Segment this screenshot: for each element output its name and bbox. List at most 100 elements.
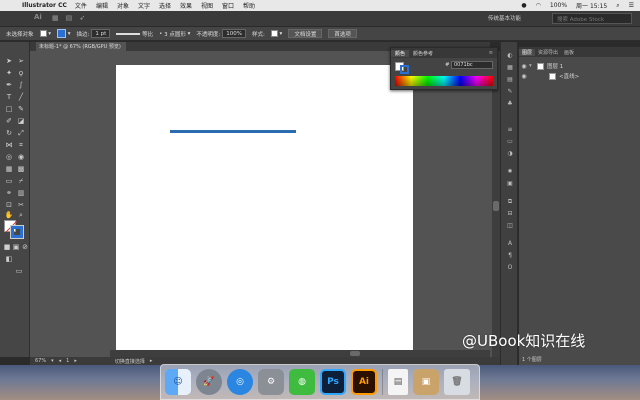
transparency-icon[interactable]: ◑ xyxy=(505,150,515,158)
gradient-panel-icon[interactable]: ▭ xyxy=(505,138,515,146)
pen-tool-icon[interactable]: ✒ xyxy=(4,80,14,90)
style-label[interactable]: 样式: xyxy=(252,30,265,38)
status-menu-icon[interactable]: ▸ xyxy=(150,358,153,364)
eraser-tool-icon[interactable]: ◪ xyxy=(16,116,26,126)
menu-window[interactable]: 窗口 xyxy=(222,1,234,10)
paragraph-icon[interactable]: ¶ xyxy=(505,252,515,260)
menu-type[interactable]: 文字 xyxy=(138,1,150,10)
transform-icon[interactable]: ⧉ xyxy=(505,198,515,206)
menu-edit[interactable]: 编辑 xyxy=(96,1,108,10)
free-transform-tool-icon[interactable]: ⌗ xyxy=(16,140,26,150)
variable-width-profile[interactable]: 等比 xyxy=(116,30,153,38)
live-paint-tool-icon[interactable]: ◉ xyxy=(16,152,26,162)
library-icon[interactable]: ▦ xyxy=(52,14,59,22)
hex-color-field[interactable]: 0071bc xyxy=(451,61,493,69)
gpu-performance-icon[interactable]: ➶ xyxy=(79,14,85,22)
hand-tool-icon[interactable]: ✋ xyxy=(4,210,14,220)
type-tool-icon[interactable]: T xyxy=(4,92,14,102)
safari-icon[interactable]: ◎ xyxy=(227,369,253,395)
zoom-tool-icon[interactable]: ⌕ xyxy=(16,210,26,220)
wechat-icon[interactable]: ◍ xyxy=(289,369,315,395)
opacity-label[interactable]: 不透明度: xyxy=(196,30,220,38)
visibility-eye-icon[interactable]: ◉ xyxy=(519,73,529,80)
stroke-swatch[interactable]: ▾ xyxy=(57,29,71,38)
rotate-tool-icon[interactable]: ↻ xyxy=(4,128,14,138)
artboard-prev-icon[interactable]: ◂ xyxy=(59,358,62,364)
rectangle-tool-icon[interactable]: □ xyxy=(4,104,14,114)
color-guide-icon[interactable]: ▦ xyxy=(505,64,515,72)
current-tool-hint[interactable]: 切换直接选择 xyxy=(115,358,145,365)
selected-line-path[interactable] xyxy=(170,130,296,133)
gradient-tool-icon[interactable]: ▭ xyxy=(4,176,14,186)
align-icon[interactable]: ⊟ xyxy=(505,210,515,218)
magic-wand-icon[interactable]: ✦ xyxy=(4,68,14,78)
pathfinder-icon[interactable]: ◫ xyxy=(505,222,515,230)
stock-search-input[interactable]: 搜索 Adobe Stock xyxy=(552,13,632,24)
paintbrush-tool-icon[interactable]: ✎ xyxy=(16,104,26,114)
symbols-icon[interactable]: ♣ xyxy=(505,100,515,108)
menu-help[interactable]: 帮助 xyxy=(243,1,255,10)
battery-indicator[interactable]: 100% xyxy=(550,2,567,9)
artboard-tool-icon[interactable]: ⊡ xyxy=(4,200,14,210)
menu-file[interactable]: 文件 xyxy=(75,1,87,10)
swatches-icon[interactable]: ▤ xyxy=(505,76,515,84)
fill-swatch[interactable]: ▾ xyxy=(39,30,51,37)
canvas-area[interactable] xyxy=(30,51,492,357)
character-icon[interactable]: A xyxy=(505,240,515,248)
menu-view[interactable]: 视图 xyxy=(201,1,213,10)
brush-definition[interactable]: • 3 点圆形 ▾ xyxy=(159,30,190,38)
shaper-tool-icon[interactable]: ✐ xyxy=(4,116,14,126)
wechat-status-icon[interactable]: ● xyxy=(521,2,526,9)
color-spectrum-bar[interactable] xyxy=(395,76,493,86)
sublayer-row[interactable]: ◉ <直线> xyxy=(519,71,640,81)
lasso-tool-icon[interactable]: ϙ xyxy=(16,68,26,78)
artboard[interactable] xyxy=(116,65,413,357)
tab-asset-export[interactable]: 资源导出 xyxy=(535,49,561,56)
stroke-weight-field[interactable]: 1 pt xyxy=(91,29,111,38)
expand-chevron-icon[interactable]: ▾ xyxy=(529,63,537,69)
appearance-icon[interactable]: ✸ xyxy=(505,168,515,176)
clock[interactable]: 周一 15:15 xyxy=(576,1,607,10)
direct-selection-tool-icon[interactable]: ➢ xyxy=(16,56,26,66)
selection-tool-icon[interactable]: ➤ xyxy=(4,56,14,66)
color-panel-icon[interactable]: ◐ xyxy=(505,52,515,60)
opacity-field[interactable]: 100% xyxy=(222,29,246,38)
vertical-scrollbar[interactable] xyxy=(492,51,500,357)
trash-icon[interactable]: 🗑 xyxy=(444,369,470,395)
horizontal-scrollbar[interactable] xyxy=(110,350,490,357)
blend-tool-icon[interactable]: ⚭ xyxy=(4,188,14,198)
width-tool-icon[interactable]: ⋈ xyxy=(4,140,14,150)
artboard-number[interactable]: 1 xyxy=(66,358,69,364)
none-mode-icon[interactable]: ⊘ xyxy=(20,242,30,252)
tab-artboards[interactable]: 画板 xyxy=(561,49,577,56)
slice-tool-icon[interactable]: ✂ xyxy=(16,200,26,210)
layer-name[interactable]: 图层 1 xyxy=(547,62,563,70)
workspace-switcher[interactable]: 传统基本功能 xyxy=(488,14,544,24)
wifi-icon[interactable]: ◠ xyxy=(536,2,541,9)
menu-effect[interactable]: 效果 xyxy=(180,1,192,10)
screen-mode-icon[interactable]: ▭ xyxy=(14,266,24,276)
stroke-label[interactable]: 描边: xyxy=(77,30,90,38)
tab-color[interactable]: 颜色 xyxy=(391,49,410,57)
search-icon[interactable]: ⌕ xyxy=(616,2,619,10)
horizontal-scroll-thumb[interactable] xyxy=(350,351,360,356)
brushes-icon[interactable]: ✎ xyxy=(505,88,515,96)
launchpad-icon[interactable]: 🚀 xyxy=(196,369,222,395)
draw-mode-icon[interactable]: ◧ xyxy=(4,254,14,264)
document-tab[interactable]: 未标题-1* @ 67% (RGB/GPU 预览) xyxy=(36,42,126,51)
vertical-scroll-thumb[interactable] xyxy=(493,201,499,211)
arrange-documents-icon[interactable]: ▤ xyxy=(66,14,73,22)
photoshop-icon[interactable]: Ps xyxy=(320,369,346,395)
app-menu[interactable]: Illustrator CC xyxy=(22,2,67,9)
artboard-next-icon[interactable]: ▸ xyxy=(74,358,77,364)
document-stack-icon[interactable]: ▤ xyxy=(388,369,408,395)
panel-menu-icon[interactable]: ≡ xyxy=(485,50,497,56)
menu-object[interactable]: 对象 xyxy=(117,1,129,10)
menu-list-icon[interactable]: ☰ xyxy=(629,2,634,9)
scale-tool-icon[interactable]: ⤢ xyxy=(16,128,26,138)
zoom-level[interactable]: 67% xyxy=(35,358,46,364)
eyedropper-tool-icon[interactable]: ⌿ xyxy=(16,176,26,186)
zoom-dropdown-icon[interactable]: ▾ xyxy=(51,358,54,364)
document-setup-button[interactable]: 文档设置 xyxy=(288,29,323,38)
line-tool-icon[interactable]: ╱ xyxy=(16,92,26,102)
